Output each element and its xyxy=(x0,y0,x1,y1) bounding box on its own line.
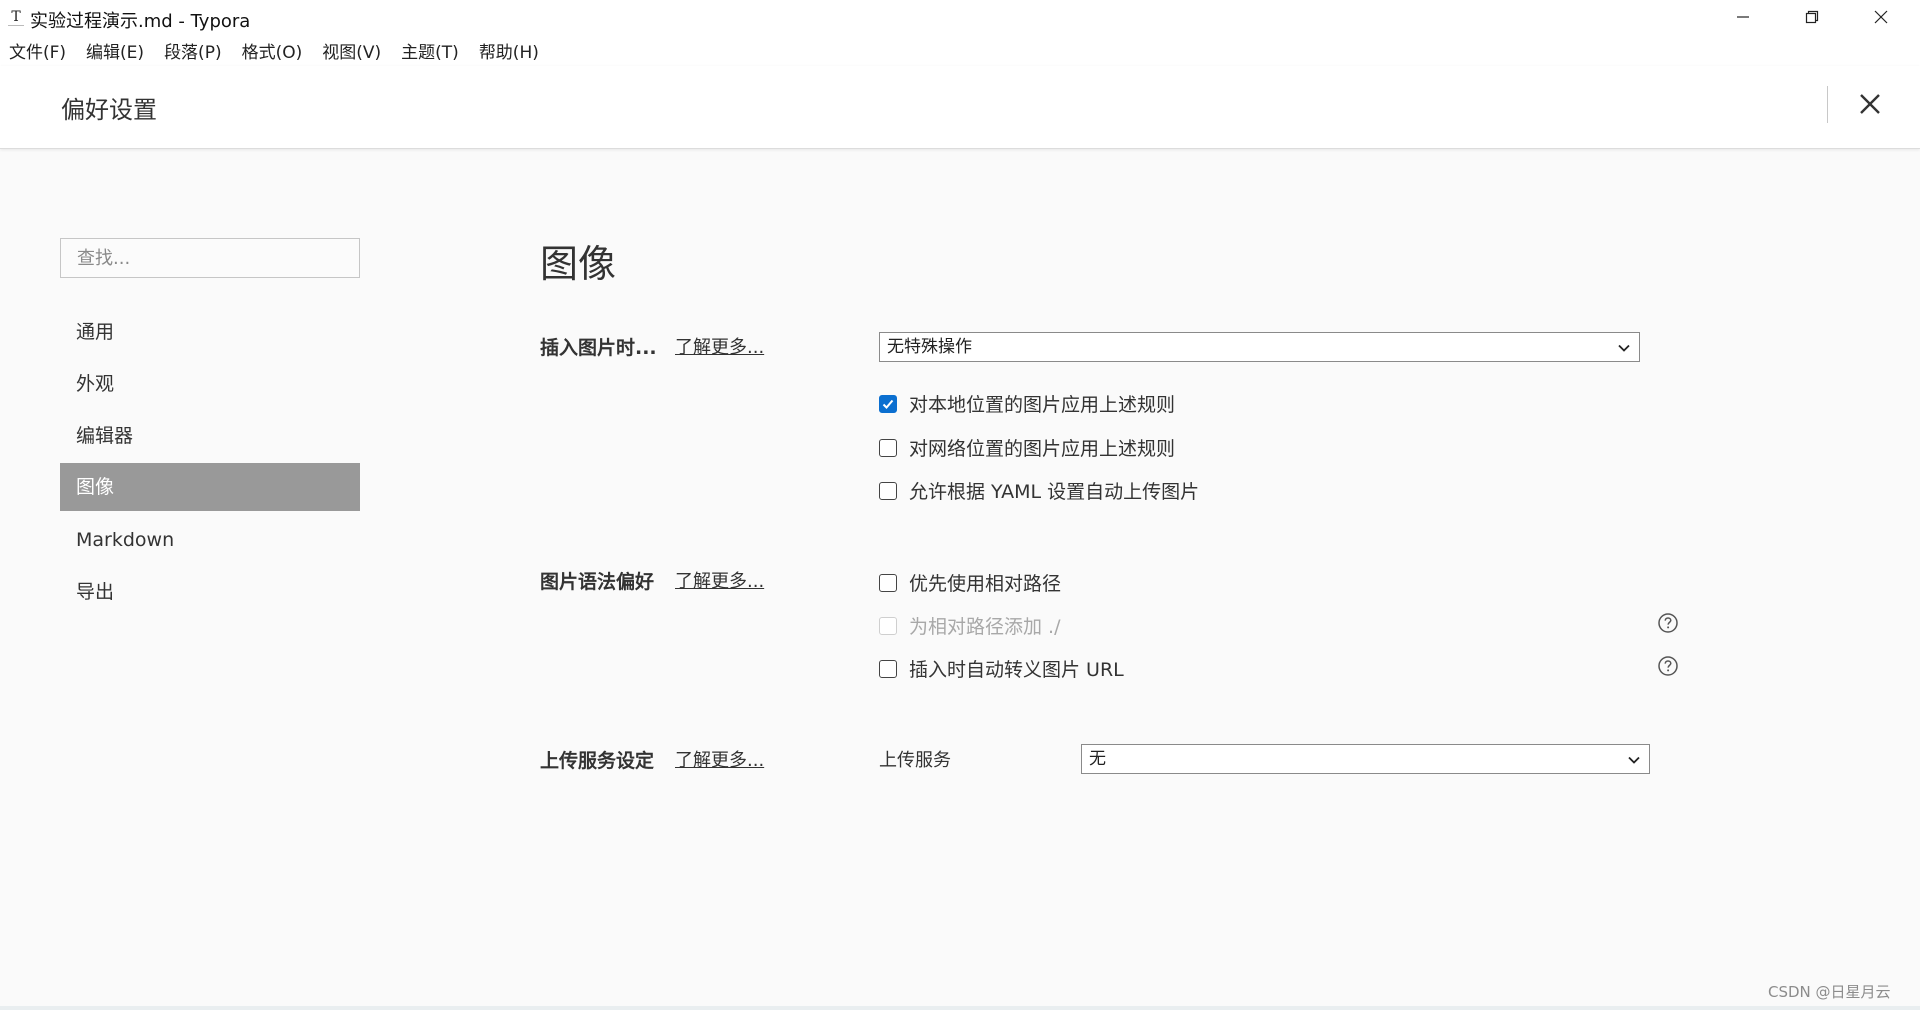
window-title: 实验过程演示.md - Typora xyxy=(30,11,251,32)
insert-image-label: 插入图片时... xyxy=(540,337,657,359)
apply-network-images-checkbox[interactable] xyxy=(879,438,897,457)
preferences-header: 偏好设置 xyxy=(0,66,1920,149)
upload-service-select[interactable]: 无 xyxy=(1081,744,1650,774)
insert-image-action-select[interactable]: 无特殊操作 xyxy=(879,332,1640,362)
chevron-down-icon xyxy=(1618,344,1630,352)
apply-local-images-checkbox[interactable] xyxy=(879,394,897,413)
chevron-down-icon xyxy=(1628,756,1640,764)
restore-icon xyxy=(1805,10,1819,24)
upload-service-label: 上传服务 xyxy=(879,750,951,771)
minimize-icon xyxy=(1737,16,1749,18)
image-syntax-learn-more-link[interactable]: 了解更多... xyxy=(675,567,764,593)
yaml-auto-upload-label: 允许根据 YAML 设置自动上传图片 xyxy=(909,481,1200,503)
sidebar-item-appearance[interactable]: 外观 xyxy=(60,360,360,408)
sidebar-item-export[interactable]: 导出 xyxy=(60,568,360,616)
escape-image-url-label: 插入时自动转义图片 URL xyxy=(909,659,1124,681)
minimize-button[interactable] xyxy=(1709,0,1777,34)
typora-app-icon: T xyxy=(8,8,24,26)
menu-theme[interactable]: 主题(T) xyxy=(401,38,459,63)
menu-paragraph[interactable]: 段落(P) xyxy=(164,38,222,63)
upload-settings-learn-more-link[interactable]: 了解更多... xyxy=(675,746,764,772)
yaml-auto-upload-option[interactable]: 允许根据 YAML 设置自动上传图片 xyxy=(879,477,1199,504)
image-syntax-label: 图片语法偏好 xyxy=(540,571,655,593)
help-icon[interactable] xyxy=(1657,612,1679,634)
sidebar-item-markdown[interactable]: Markdown xyxy=(60,516,360,564)
add-dot-slash-option: 为相对路径添加 ./ xyxy=(879,612,1060,639)
add-dot-slash-label: 为相对路径添加 ./ xyxy=(909,616,1061,638)
sidebar-item-image[interactable]: 图像 xyxy=(60,463,360,511)
insert-image-select-value: 无特殊操作 xyxy=(887,337,972,357)
apply-local-images-label: 对本地位置的图片应用上述规则 xyxy=(909,394,1176,416)
bottom-border xyxy=(0,1006,1920,1010)
escape-image-url-option[interactable]: 插入时自动转义图片 URL xyxy=(879,655,1124,682)
restore-button[interactable] xyxy=(1778,0,1846,34)
settings-search-input[interactable] xyxy=(60,238,360,278)
preferences-title: 偏好设置 xyxy=(61,96,157,124)
close-icon xyxy=(1874,10,1888,24)
upload-service-select-value: 无 xyxy=(1089,749,1106,769)
prefer-relative-path-label: 优先使用相对路径 xyxy=(909,573,1062,595)
help-icon[interactable] xyxy=(1657,655,1679,677)
add-dot-slash-checkbox xyxy=(879,616,897,635)
insert-image-learn-more-link[interactable]: 了解更多... xyxy=(675,333,764,359)
section-title: 图像 xyxy=(540,242,617,286)
menu-edit[interactable]: 编辑(E) xyxy=(86,38,144,63)
apply-network-images-option[interactable]: 对网络位置的图片应用上述规则 xyxy=(879,434,1175,461)
preferences-close-button[interactable] xyxy=(1850,84,1890,124)
menu-view[interactable]: 视图(V) xyxy=(322,38,381,63)
prefer-relative-path-checkbox[interactable] xyxy=(879,573,897,592)
sidebar-item-editor[interactable]: 编辑器 xyxy=(60,412,360,460)
header-divider xyxy=(1827,86,1828,123)
sidebar-item-general[interactable]: 通用 xyxy=(60,308,360,356)
menu-help[interactable]: 帮助(H) xyxy=(479,38,539,63)
prefer-relative-path-option[interactable]: 优先使用相对路径 xyxy=(879,569,1061,596)
menu-bar: 文件(F) 编辑(E) 段落(P) 格式(O) 视图(V) 主题(T) 帮助(H… xyxy=(0,34,1920,66)
menu-file[interactable]: 文件(F) xyxy=(9,38,66,63)
yaml-auto-upload-checkbox[interactable] xyxy=(879,481,897,500)
close-icon xyxy=(1860,94,1880,114)
apply-network-images-label: 对网络位置的图片应用上述规则 xyxy=(909,438,1176,460)
checkmark-icon xyxy=(882,399,894,409)
watermark: CSDN @日星月云 xyxy=(1768,983,1891,1001)
apply-local-images-option[interactable]: 对本地位置的图片应用上述规则 xyxy=(879,390,1175,417)
menu-format[interactable]: 格式(O) xyxy=(242,38,303,63)
escape-image-url-checkbox[interactable] xyxy=(879,659,897,678)
upload-settings-label: 上传服务设定 xyxy=(540,750,655,772)
window-close-button[interactable] xyxy=(1847,0,1915,34)
title-bar: T 实验过程演示.md - Typora xyxy=(0,0,1920,34)
